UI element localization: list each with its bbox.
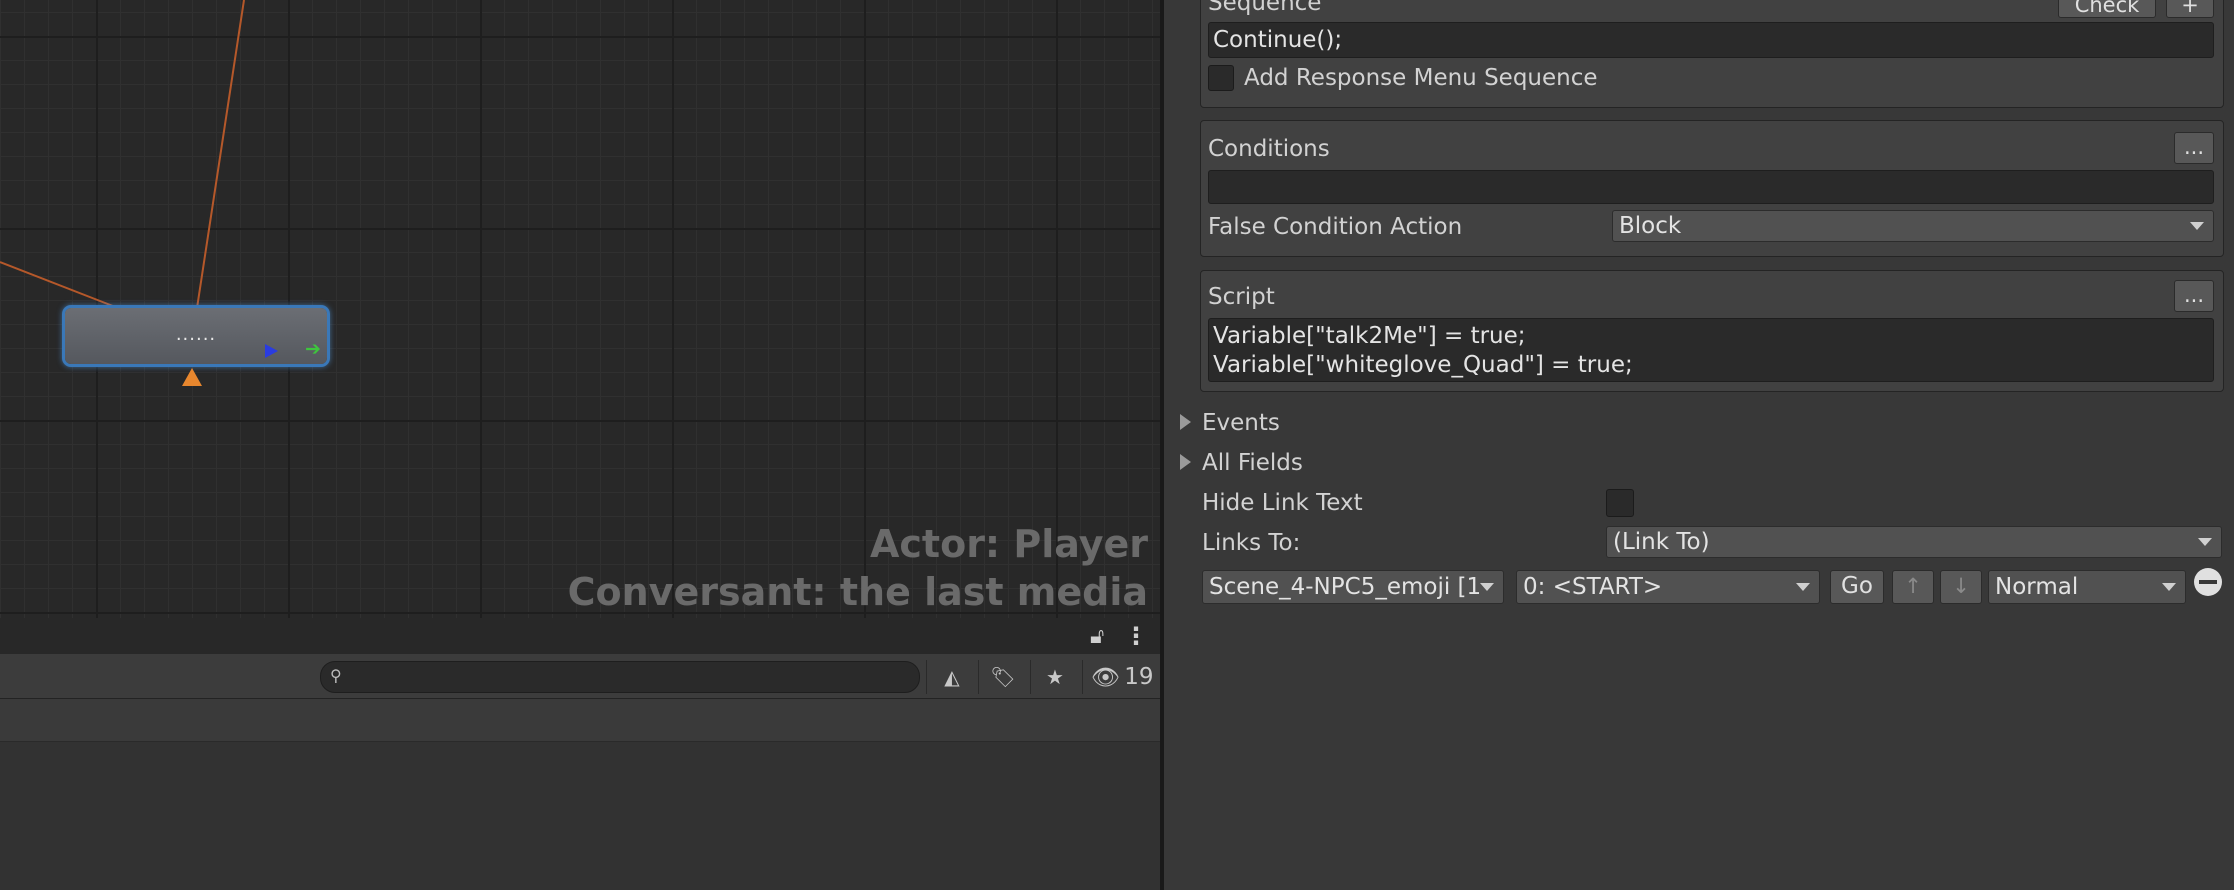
incoming-link-line <box>196 0 245 309</box>
hide-link-text-label: Hide Link Text <box>1202 490 1363 516</box>
assets-list[interactable] <box>0 742 1160 890</box>
move-up-button[interactable]: ↑ <box>1892 570 1934 604</box>
add-sequence-button[interactable]: + <box>2166 0 2214 18</box>
conditions-menu-button[interactable]: ... <box>2174 132 2214 164</box>
false-condition-action-label: False Condition Action <box>1208 214 1463 240</box>
actor-label: Actor: Player <box>869 522 1148 566</box>
inspector-panel: Sequence Check + Continue(); Add Respons… <box>1164 0 2234 890</box>
play-arrow-icon[interactable] <box>265 344 278 358</box>
link-priority-value: Normal <box>1995 574 2079 600</box>
move-down-button[interactable]: ↓ <box>1940 570 1982 604</box>
conditions-field[interactable] <box>1208 170 2214 204</box>
links-to-dropdown[interactable]: (Link To) <box>1606 526 2222 558</box>
link-entry-value: 0: <START> <box>1523 574 1663 600</box>
chevron-down-icon <box>2198 538 2212 546</box>
chevron-down-icon <box>2190 222 2204 230</box>
sequence-value: Continue(); <box>1213 27 1343 53</box>
all-fields-foldout-icon[interactable] <box>1180 454 1191 470</box>
search-icon: ⚲ <box>330 666 342 685</box>
script-line: Variable["talk2Me"] = true; <box>1213 323 1526 349</box>
false-condition-action-value: Block <box>1619 213 1682 239</box>
conversant-label: Conversant: the last media <box>567 570 1148 614</box>
sequence-field[interactable]: Continue(); <box>1208 22 2214 58</box>
remove-link-icon[interactable] <box>2194 568 2222 596</box>
link-entry-dropdown[interactable]: 0: <START> <box>1516 570 1820 604</box>
chevron-down-icon <box>2162 583 2176 591</box>
hidden-count-value: 19 <box>1124 664 1154 690</box>
all-fields-foldout-label[interactable]: All Fields <box>1202 450 1303 476</box>
filter-by-label-icon[interactable]: 🏷︎ <box>978 660 1027 694</box>
script-label: Script <box>1208 284 1275 310</box>
hidden-packages-count[interactable]: 👁︎ 19 <box>1082 660 1160 694</box>
search-input[interactable] <box>320 661 920 693</box>
false-condition-action-dropdown[interactable]: Block <box>1612 210 2214 242</box>
sequence-label: Sequence <box>1208 0 1322 16</box>
links-to-value: (Link To) <box>1613 529 1710 555</box>
add-response-menu-checkbox[interactable] <box>1208 65 1234 91</box>
breadcrumb-bar <box>0 699 1160 742</box>
conversation-graph-canvas[interactable]: ...... ➔ Actor: Player Conversant: the l… <box>0 0 1160 618</box>
check-sequence-button[interactable]: Check <box>2058 0 2156 18</box>
filter-by-type-icon[interactable]: ◭ <box>926 660 977 694</box>
link-priority-dropdown[interactable]: Normal <box>1988 570 2186 604</box>
events-foldout-label[interactable]: Events <box>1202 410 1280 436</box>
add-response-menu-label: Add Response Menu Sequence <box>1244 65 1598 91</box>
hide-link-text-checkbox[interactable] <box>1606 489 1634 517</box>
link-arrow-icon[interactable]: ➔ <box>305 338 321 360</box>
script-menu-button[interactable]: ... <box>2174 280 2214 312</box>
links-to-label: Links To: <box>1202 530 1301 556</box>
favorite-star-icon[interactable]: ★ <box>1030 660 1079 694</box>
script-field[interactable]: Variable["talk2Me"] = true; Variable["wh… <box>1208 318 2214 382</box>
events-foldout-icon[interactable] <box>1180 414 1191 430</box>
dialogue-node[interactable]: ...... ➔ <box>65 308 327 364</box>
lock-icon[interactable]: 🔓︎ <box>1090 624 1104 649</box>
eye-hidden-icon: 👁︎ <box>1091 664 1121 691</box>
script-line: Variable["whiteglove_Quad"] = true; <box>1213 352 1633 378</box>
chevron-down-icon <box>1480 583 1494 591</box>
more-options-icon[interactable]: ⋮ <box>1124 622 1148 650</box>
conditions-label: Conditions <box>1208 136 1330 162</box>
go-button[interactable]: Go <box>1830 570 1884 604</box>
link-conversation-dropdown[interactable]: Scene_4-NPC5_emoji [1 <box>1202 570 1504 604</box>
chevron-down-icon <box>1796 583 1810 591</box>
incoming-link-line <box>0 261 119 309</box>
dialogue-node-label: ...... <box>175 324 217 345</box>
start-marker-icon <box>182 368 202 386</box>
panel-header-bar <box>0 618 1160 654</box>
link-conversation-value: Scene_4-NPC5_emoji [1 <box>1209 574 1482 600</box>
